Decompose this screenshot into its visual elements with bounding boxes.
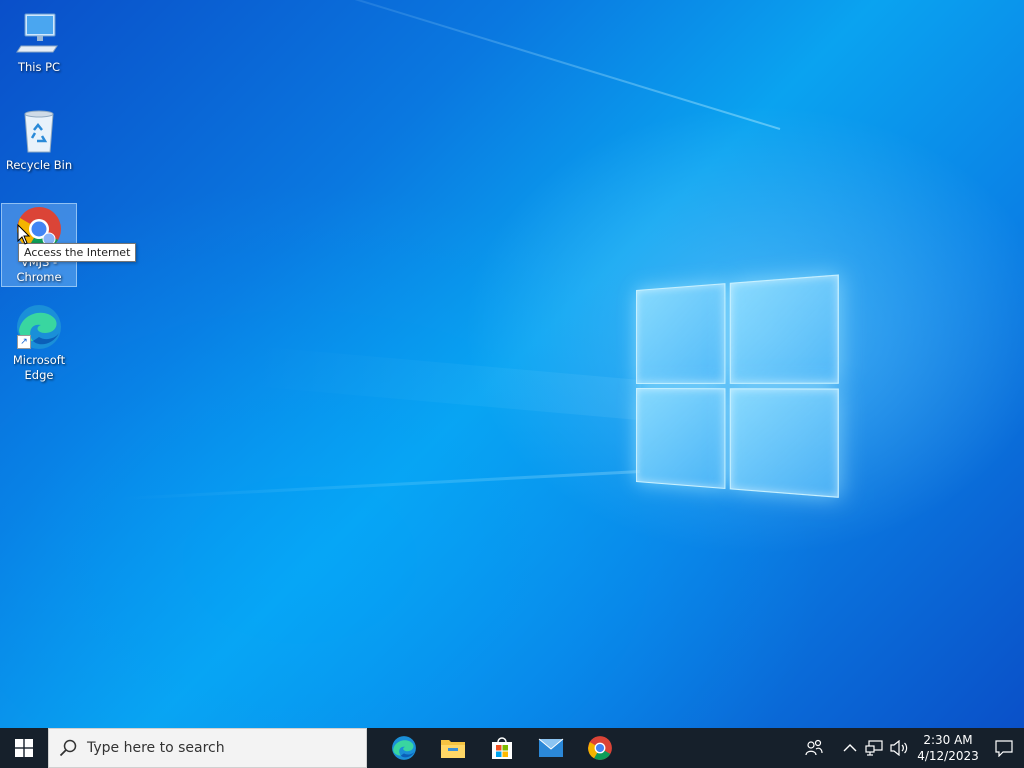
recycle-bin-icon	[15, 108, 63, 156]
computer-icon	[15, 10, 63, 58]
chrome-icon	[587, 736, 612, 760]
clock-time: 2:30 AM	[923, 733, 973, 747]
tooltip: Access the Internet	[18, 243, 137, 262]
desktop-icon-this-pc[interactable]: This PC	[1, 10, 77, 75]
network-icon[interactable]	[862, 728, 886, 768]
desktop-icon-label: Microsoft Edge	[12, 353, 66, 382]
clock-date: 4/12/2023	[917, 749, 979, 763]
edge-icon: ↗	[15, 303, 63, 351]
action-center-icon	[995, 740, 1013, 757]
people-icon[interactable]	[796, 728, 832, 768]
wallpaper-light-beam	[205, 0, 781, 130]
taskbar-search-input[interactable]: Type here to search	[48, 728, 367, 768]
file-explorer-icon	[440, 740, 465, 758]
search-placeholder: Type here to search	[87, 740, 225, 756]
windows-logo-wallpaper	[636, 274, 839, 498]
desktop-icon-recycle-bin[interactable]: Recycle Bin	[1, 108, 77, 173]
taskbar-app-file-explorer[interactable]	[428, 728, 477, 768]
edge-icon	[391, 736, 416, 760]
taskbar-clock[interactable]: 2:30 AM 4/12/2023	[912, 732, 984, 764]
mail-icon	[538, 738, 563, 757]
volume-icon[interactable]	[886, 728, 912, 768]
search-icon	[49, 739, 87, 757]
windows-start-icon	[15, 739, 33, 757]
desktop-icon-microsoft-edge[interactable]: ↗ Microsoft Edge	[1, 303, 77, 383]
action-center-button[interactable]	[984, 728, 1024, 768]
taskbar-app-edge[interactable]	[379, 728, 428, 768]
wallpaper-light-beam	[249, 346, 642, 420]
chevron-up-icon[interactable]	[838, 728, 862, 768]
wallpaper-light-beam	[120, 470, 641, 501]
start-button[interactable]	[0, 728, 48, 768]
desktop-icon-label: This PC	[17, 60, 61, 74]
desktop-icon-label: Recycle Bin	[5, 158, 73, 172]
desktop[interactable]: This PC Recycle Bin VMJS - Chrome ↗ Micr…	[0, 0, 1024, 728]
shortcut-arrow-icon: ↗	[17, 335, 31, 349]
taskbar-app-microsoft-store[interactable]	[477, 728, 526, 768]
taskbar-app-chrome[interactable]	[575, 728, 624, 768]
taskbar: Type here to search 2:30 AM 4/12/2023	[0, 728, 1024, 768]
taskbar-app-mail[interactable]	[526, 728, 575, 768]
system-tray: 2:30 AM 4/12/2023	[796, 728, 1024, 768]
mouse-cursor-icon	[17, 224, 31, 245]
taskbar-pinned-apps	[379, 728, 624, 768]
microsoft-store-icon	[491, 737, 512, 759]
